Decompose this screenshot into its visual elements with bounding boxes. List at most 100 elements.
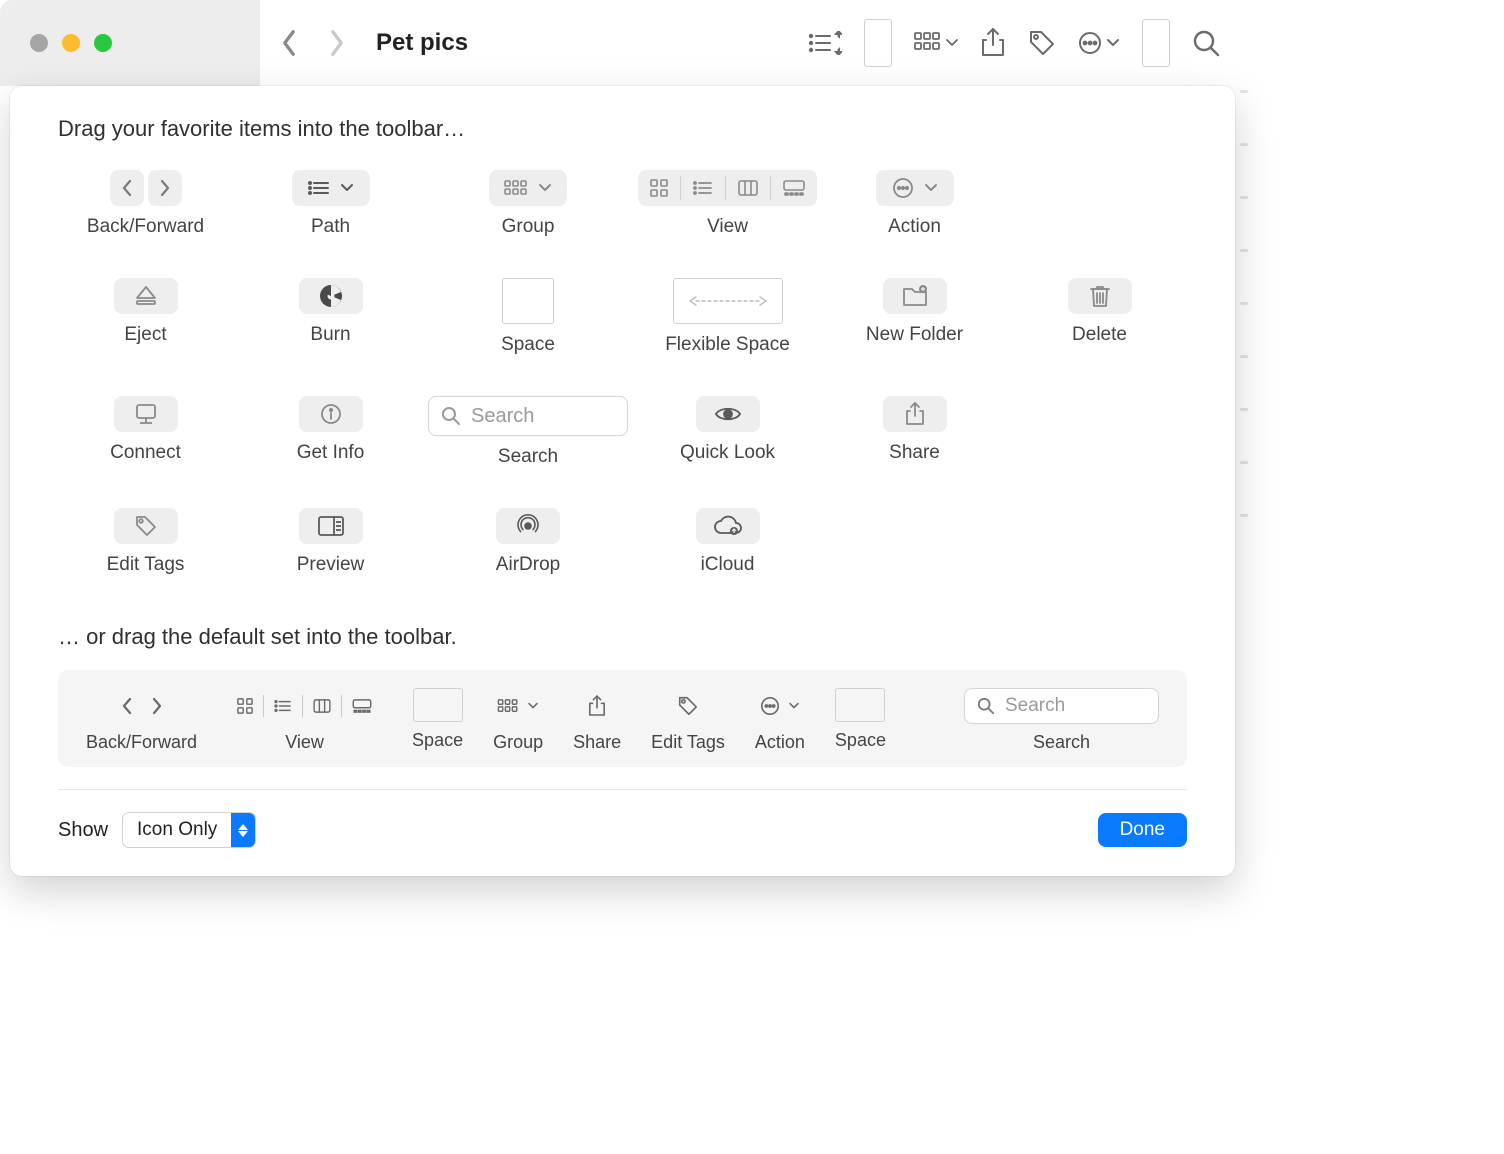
burn-icon	[319, 284, 343, 308]
palette-label: Group	[502, 216, 555, 238]
palette-label: Back/Forward	[87, 216, 204, 238]
palette-label: Preview	[297, 554, 365, 576]
palette-label: View	[707, 216, 748, 238]
icloud-icon	[713, 515, 743, 537]
default-edit-tags: Edit Tags	[651, 688, 725, 753]
space-placeholder-icon	[502, 278, 554, 324]
palette-space[interactable]: Space	[428, 278, 628, 356]
palette-label: Path	[311, 216, 350, 238]
toolbar-share-icon[interactable]	[980, 28, 1006, 58]
grid-icon	[504, 180, 528, 196]
default-space-2: Space	[835, 688, 886, 751]
palette-icloud[interactable]: iCloud	[638, 508, 817, 576]
back-button[interactable]	[280, 29, 298, 57]
palette-get-info[interactable]: Get Info	[243, 396, 418, 468]
show-label: Show	[58, 819, 108, 842]
palette-path[interactable]: Path	[243, 170, 418, 238]
palette-edit-tags[interactable]: Edit Tags	[58, 508, 233, 576]
palette-label: Search	[498, 446, 558, 468]
default-group: Group	[493, 688, 543, 753]
preview-icon	[318, 516, 344, 536]
palette-connect[interactable]: Connect	[58, 396, 233, 468]
finder-window: Pet pics	[0, 0, 1240, 940]
list-icon	[308, 180, 330, 196]
palette-label: Burn	[310, 324, 350, 346]
gallery-view-icon	[771, 176, 817, 200]
palette-label: Get Info	[297, 442, 365, 464]
window-title: Pet pics	[376, 29, 468, 57]
column-view-icon	[726, 176, 771, 200]
toolbar-space-placeholder	[864, 19, 892, 67]
palette-group[interactable]: Group	[428, 170, 628, 238]
palette-action[interactable]: Action	[827, 170, 1002, 238]
eye-icon	[714, 405, 742, 423]
palette-share[interactable]: Share	[827, 396, 1002, 468]
toolbar-search-icon[interactable]	[1192, 29, 1220, 57]
palette-search[interactable]: Search Search	[428, 396, 628, 468]
palette-label: Action	[888, 216, 941, 238]
window-edge-marks	[1240, 90, 1248, 517]
palette-label: Quick Look	[680, 442, 775, 464]
toolbar	[808, 19, 1220, 67]
info-icon	[320, 403, 342, 425]
default-search: Search Search	[964, 688, 1159, 753]
done-button[interactable]: Done	[1098, 813, 1187, 847]
share-icon	[905, 402, 925, 426]
palette-delete[interactable]: Delete	[1012, 278, 1187, 356]
titlebar-sidebar-region	[0, 0, 260, 86]
toolbar-space-placeholder-2	[1142, 19, 1170, 67]
forward-button[interactable]	[328, 29, 346, 57]
toolbar-tags-icon[interactable]	[1028, 29, 1056, 57]
toolbar-list-view-icon[interactable]	[808, 31, 842, 55]
flexible-space-placeholder-icon	[673, 278, 783, 324]
toolbar-item-palette: Back/Forward Path	[58, 170, 1187, 576]
eject-icon	[135, 286, 157, 306]
minimize-window-button[interactable]	[62, 34, 80, 52]
default-view: View	[227, 688, 382, 753]
palette-view[interactable]: View	[638, 170, 817, 238]
palette-label: Flexible Space	[665, 334, 790, 356]
palette-label: Space	[501, 334, 555, 356]
palette-label: AirDrop	[496, 554, 560, 576]
palette-new-folder[interactable]: New Folder	[827, 278, 1002, 356]
titlebar: Pet pics	[0, 0, 1240, 86]
tag-icon	[134, 514, 158, 538]
palette-airdrop[interactable]: AirDrop	[428, 508, 628, 576]
palette-label: Share	[889, 442, 940, 464]
divider	[58, 789, 1187, 790]
default-back-forward: Back/Forward	[86, 688, 197, 753]
sheet-heading: Drag your favorite items into the toolba…	[58, 116, 1187, 142]
chevron-down-icon	[340, 183, 354, 193]
palette-preview[interactable]: Preview	[243, 508, 418, 576]
palette-quick-look[interactable]: Quick Look	[638, 396, 817, 468]
default-toolbar-set[interactable]: Back/Forward View Space	[58, 670, 1187, 767]
palette-label: Eject	[124, 324, 166, 346]
customize-toolbar-sheet: Drag your favorite items into the toolba…	[10, 86, 1235, 876]
trash-icon	[1090, 284, 1110, 308]
palette-eject[interactable]: Eject	[58, 278, 233, 356]
chevron-down-icon	[538, 183, 552, 193]
toolbar-group-icon[interactable]	[914, 31, 958, 55]
palette-burn[interactable]: Burn	[243, 278, 418, 356]
default-set-heading: … or drag the default set into the toolb…	[58, 624, 1187, 650]
show-mode-select[interactable]: Icon Only	[122, 812, 256, 848]
palette-label: New Folder	[866, 324, 963, 346]
show-mode-value: Icon Only	[123, 819, 231, 841]
default-share: Share	[573, 688, 621, 753]
ellipsis-circle-icon	[892, 177, 914, 199]
search-placeholder: Search	[471, 405, 534, 428]
connect-icon	[134, 403, 158, 425]
palette-flexible-space[interactable]: Flexible Space	[638, 278, 817, 356]
palette-label: Connect	[110, 442, 181, 464]
toolbar-action-icon[interactable]	[1078, 31, 1120, 55]
close-window-button[interactable]	[30, 34, 48, 52]
palette-label: Edit Tags	[107, 554, 185, 576]
search-icon	[441, 406, 461, 426]
palette-back-forward[interactable]: Back/Forward	[58, 170, 233, 238]
palette-label: iCloud	[701, 554, 755, 576]
titlebar-main: Pet pics	[260, 0, 1240, 86]
icon-view-icon	[638, 176, 681, 200]
list-view-icon	[681, 176, 726, 200]
zoom-window-button[interactable]	[94, 34, 112, 52]
default-action: Action	[755, 688, 805, 753]
